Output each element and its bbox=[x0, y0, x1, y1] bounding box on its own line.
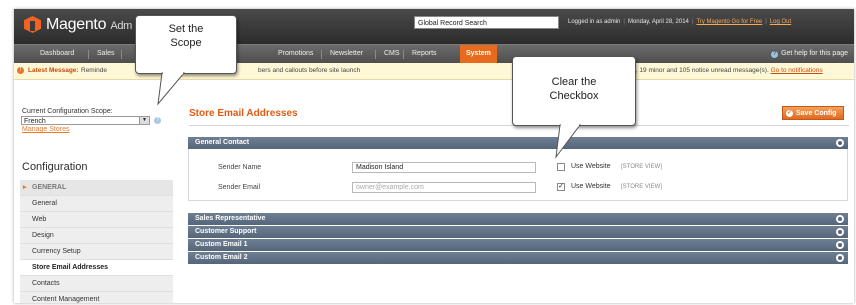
sidebar-item-web[interactable]: Web bbox=[20, 212, 173, 228]
scope-select[interactable]: French ▼ bbox=[21, 116, 150, 125]
date-text: Monday, April 28, 2014 bbox=[627, 19, 689, 25]
logged-in-text: Logged in as admin bbox=[568, 19, 621, 25]
callout-checkbox-line2: Checkbox bbox=[549, 90, 599, 102]
sidebar-item-content-management[interactable]: Content Management bbox=[20, 292, 173, 303]
global-search-input[interactable]: Global Record Search bbox=[414, 16, 559, 29]
sidebar-item-store-email-addresses[interactable]: Store Email Addresses bbox=[20, 260, 173, 276]
logo-brand: Magento bbox=[46, 16, 107, 33]
section-customer-support[interactable]: Customer Support bbox=[188, 226, 848, 238]
sender-name-input[interactable]: Madison Island bbox=[352, 162, 536, 173]
section-general-contact[interactable]: General Contact bbox=[188, 137, 848, 149]
message-text-middle: bers and callouts before site launch bbox=[258, 67, 361, 74]
sidebar-group-general[interactable]: GENERAL bbox=[20, 180, 173, 196]
callout-checkbox-line1: Clear the bbox=[551, 76, 597, 88]
sender-name-use-website-checkbox[interactable] bbox=[557, 163, 565, 171]
sidebar-item-general[interactable]: General bbox=[20, 196, 173, 212]
section-custom-email-1[interactable]: Custom Email 1 bbox=[188, 239, 848, 251]
help-link[interactable]: ? Get help for this page bbox=[771, 45, 848, 63]
scope-label: Current Configuration Scope: bbox=[22, 108, 113, 115]
alert-icon: ! bbox=[17, 67, 24, 74]
header-info: Logged in as admin | Monday, April 28, 201… bbox=[568, 19, 792, 25]
section-title: Customer Support bbox=[195, 228, 257, 235]
logo-admin: Adm bbox=[110, 20, 133, 32]
scope-tag: [STORE VIEW] bbox=[621, 184, 662, 190]
expand-icon[interactable] bbox=[836, 215, 844, 223]
expand-icon[interactable] bbox=[836, 254, 844, 262]
nav-divider bbox=[88, 50, 89, 59]
check-icon: ✓ bbox=[786, 110, 793, 117]
section-sales-representative[interactable]: Sales Representative bbox=[188, 213, 848, 225]
callout-scope-line2: Scope bbox=[170, 37, 202, 49]
callout-clear-checkbox: Clear the Checkbox bbox=[512, 56, 636, 126]
help-icon: ? bbox=[771, 51, 779, 58]
sidebar-item-currency-setup[interactable]: Currency Setup bbox=[20, 244, 173, 260]
sender-name-label: Sender Name bbox=[218, 164, 262, 171]
section-title: Custom Email 1 bbox=[195, 241, 248, 248]
collapse-icon[interactable] bbox=[836, 139, 844, 147]
configuration-title: Configuration bbox=[22, 161, 88, 173]
sidebar: Current Configuration Scope: French ▼ ? M… bbox=[14, 80, 174, 303]
general-contact-fields: Sender Name Madison Island Use Website [… bbox=[188, 149, 848, 201]
help-label: Get help for this page bbox=[781, 50, 848, 57]
config-nav: GENERAL General Web Design Currency Setu… bbox=[20, 180, 173, 303]
page-title: Store Email Addresses bbox=[189, 108, 298, 119]
callout-scope-pointer bbox=[157, 72, 186, 106]
message-label: Latest Message: bbox=[28, 67, 79, 74]
nav-divider bbox=[321, 50, 322, 59]
use-website-label: Use Website bbox=[571, 183, 611, 190]
sender-email-label: Sender Email bbox=[218, 184, 261, 191]
notifications-link[interactable]: Go to notifications bbox=[771, 67, 823, 74]
nav-divider bbox=[375, 50, 376, 59]
expand-icon[interactable] bbox=[836, 228, 844, 236]
logout-link[interactable]: Log Out bbox=[770, 19, 791, 25]
nav-newsletter[interactable]: Newsletter bbox=[324, 45, 369, 63]
admin-window: Magento Adm Global Record Search Logged … bbox=[14, 9, 854, 303]
scope-select-value: French bbox=[24, 118, 46, 125]
save-config-button[interactable]: ✓ Save Config bbox=[782, 106, 844, 120]
message-text-start: Reminde bbox=[81, 67, 108, 74]
nav-promotions[interactable]: Promotions bbox=[272, 45, 319, 63]
callout-scope-line1: Set the bbox=[168, 23, 204, 35]
nav-system[interactable]: System bbox=[460, 45, 497, 63]
section-custom-email-2[interactable]: Custom Email 2 bbox=[188, 252, 848, 264]
sidebar-item-contacts[interactable]: Contacts bbox=[20, 276, 173, 292]
sidebar-item-design[interactable]: Design bbox=[20, 228, 173, 244]
logo-text: Magento Adm bbox=[46, 16, 132, 34]
try-magento-link[interactable]: Try Magento Go for Free bbox=[696, 19, 762, 25]
nav-reports[interactable]: Reports bbox=[406, 45, 443, 63]
section-title: General Contact bbox=[195, 139, 250, 146]
manage-stores-link[interactable]: Manage Stores bbox=[22, 126, 69, 133]
nav-cms[interactable]: CMS bbox=[378, 45, 406, 63]
message-summary: r, 19 minor and 105 notice unread messag… bbox=[634, 67, 823, 74]
expand-icon[interactable] bbox=[836, 241, 844, 249]
callout-set-scope: Set the Scope bbox=[135, 15, 237, 74]
scope-help-icon[interactable]: ? bbox=[154, 117, 161, 124]
message-counts: r, 19 minor and 105 notice unread messag… bbox=[634, 67, 769, 74]
nav-divider bbox=[121, 50, 122, 59]
magento-logo-icon bbox=[24, 16, 41, 33]
use-website-label: Use Website bbox=[571, 163, 611, 170]
nav-sales[interactable]: Sales bbox=[91, 45, 121, 63]
nav-divider bbox=[403, 50, 404, 59]
sender-email-use-website-checkbox[interactable]: ✓ bbox=[557, 183, 565, 191]
save-config-label: Save Config bbox=[796, 110, 837, 117]
chevron-down-icon: ▼ bbox=[139, 117, 149, 124]
sender-email-input[interactable]: owner@example.com bbox=[352, 182, 536, 193]
nav-dashboard[interactable]: Dashboard bbox=[34, 45, 80, 63]
callout-checkbox-pointer bbox=[555, 124, 581, 159]
scope-tag: [STORE VIEW] bbox=[621, 164, 662, 170]
section-title: Custom Email 2 bbox=[195, 254, 248, 261]
section-title: Sales Representative bbox=[195, 215, 266, 222]
